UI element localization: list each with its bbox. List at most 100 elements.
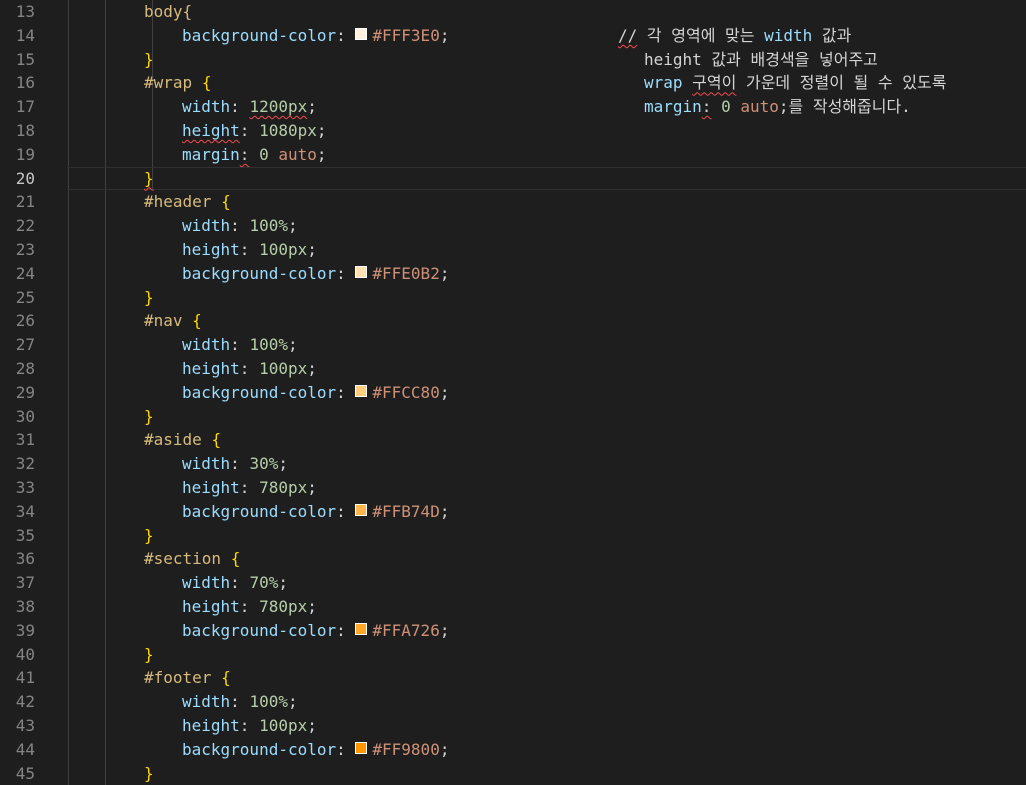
code-line: }	[67, 643, 1026, 667]
code-line: }	[67, 405, 1026, 429]
code-line: background-color: #FF9800;	[182, 739, 450, 759]
comment-text: 가운데 정렬이 될 수 있도록	[736, 73, 947, 93]
line-number: 45	[15, 763, 35, 783]
comment-text: 값과 배경색을 넣어주고	[701, 49, 878, 69]
property: height	[182, 121, 240, 140]
code-line: width: 30%;	[182, 454, 288, 474]
comment-line: wrap 구역이 가운데 정렬이 될 수 있도록	[644, 71, 946, 95]
line-number: 14	[15, 25, 35, 45]
comment-text: :	[701, 97, 712, 117]
code-line-current: }	[67, 166, 1026, 191]
code-line: #section {	[67, 547, 1026, 571]
close-brace: }	[144, 525, 154, 545]
code-line: width: 70%;	[182, 573, 288, 593]
color-swatch[interactable]	[355, 28, 368, 41]
comment-keyword: width	[764, 25, 813, 45]
comment-line: // 각 영역에 맞는 width 값과	[618, 24, 851, 48]
color-swatch[interactable]	[355, 742, 368, 755]
open-brace: {	[211, 430, 222, 450]
comment-text: ;를 작성해줍니다.	[778, 97, 911, 117]
open-brace: {	[201, 73, 212, 93]
code-line: }	[67, 48, 1026, 72]
code-editor[interactable]: body{ background-color: #FFF3E0; } #wrap…	[67, 0, 1026, 785]
code-line: }	[67, 524, 1026, 548]
close-brace: }	[144, 763, 154, 783]
code-line: width: 100%;	[182, 335, 298, 355]
property: height	[182, 478, 240, 497]
line-number: 25	[15, 287, 35, 307]
property: background-color	[182, 263, 337, 283]
comment-text: 값과	[812, 25, 852, 45]
line-number: 26	[15, 311, 35, 331]
code-line: }	[67, 762, 1026, 785]
comment-slashes: //	[618, 25, 638, 45]
comment-line: margin: 0 auto;를 작성해줍니다.	[644, 95, 911, 119]
line-number: 15	[15, 49, 35, 69]
line-number: 29	[15, 382, 35, 402]
selector: body{	[144, 2, 193, 21]
property: width	[182, 454, 231, 474]
code-line: height: 780px;	[182, 478, 317, 497]
line-number: 17	[15, 97, 35, 117]
open-brace: {	[230, 549, 241, 569]
line-number-gutter: 13 14 15 16 17 18 19 20 21 22 23 24 25 26 27 28 29 30 31 32…	[0, 0, 66, 785]
line-number: 16	[15, 73, 35, 93]
property: background-color	[182, 501, 337, 521]
comment-value: auto	[730, 97, 779, 117]
close-brace: }	[144, 644, 154, 664]
property-value: 100px	[259, 359, 308, 378]
color-swatch[interactable]	[355, 623, 368, 636]
property-value: 0	[259, 144, 269, 164]
line-number: 24	[15, 263, 35, 283]
code-line: width: 100%;	[182, 692, 298, 712]
code-line: height: 1080px;	[182, 121, 327, 140]
comment-keyword: height	[644, 49, 702, 69]
selector: #wrap	[144, 73, 193, 93]
line-number: 27	[15, 335, 35, 355]
color-swatch[interactable]	[355, 504, 368, 517]
comment-text: 각 영역에 맞는	[637, 25, 765, 45]
property: width	[182, 335, 231, 355]
code-line: height: 780px;	[182, 597, 317, 616]
line-number: 23	[15, 240, 35, 259]
selector: #footer	[144, 668, 212, 688]
property: height	[182, 597, 240, 616]
property-value: 100%	[249, 335, 288, 355]
line-number: 22	[15, 216, 35, 236]
property: height	[182, 359, 240, 378]
code-line: background-color: #FFE0B2;	[182, 263, 450, 283]
code-line: background-color: #FFB74D;	[182, 501, 450, 521]
code-line: #nav {	[67, 309, 1026, 333]
color-swatch[interactable]	[355, 385, 368, 398]
property: margin	[182, 144, 240, 164]
property: background-color	[182, 382, 337, 402]
comment-text: 구역이	[692, 73, 737, 93]
color-value: #FFB74D	[372, 501, 440, 521]
property-value: 100px	[259, 240, 308, 259]
line-number: 32	[15, 454, 35, 474]
line-number: 19	[15, 144, 35, 164]
color-value: #FFF3E0	[372, 25, 440, 45]
line-number: 13	[15, 2, 35, 21]
code-line: body{	[67, 0, 1026, 24]
property: width	[182, 692, 231, 712]
line-number: 35	[15, 525, 35, 545]
close-brace: }	[144, 49, 154, 69]
property-value: 1080px	[259, 121, 317, 140]
property: background-color	[182, 620, 337, 640]
code-line: background-color: #FFCC80;	[182, 382, 450, 402]
line-number: 33	[15, 478, 35, 497]
color-swatch[interactable]	[355, 266, 368, 279]
property-value: 100px	[259, 716, 308, 735]
code-line: height: 100px;	[182, 240, 317, 259]
property-value: 780px	[259, 597, 308, 616]
property: width	[182, 97, 231, 117]
close-brace: }	[144, 287, 154, 307]
code-line: #header {	[67, 190, 1026, 214]
property: height	[182, 240, 240, 259]
line-number: 43	[15, 716, 35, 735]
property: height	[182, 716, 240, 735]
selector: #header	[144, 192, 212, 212]
code-line: #footer {	[67, 666, 1026, 690]
property-value: auto	[278, 144, 317, 164]
